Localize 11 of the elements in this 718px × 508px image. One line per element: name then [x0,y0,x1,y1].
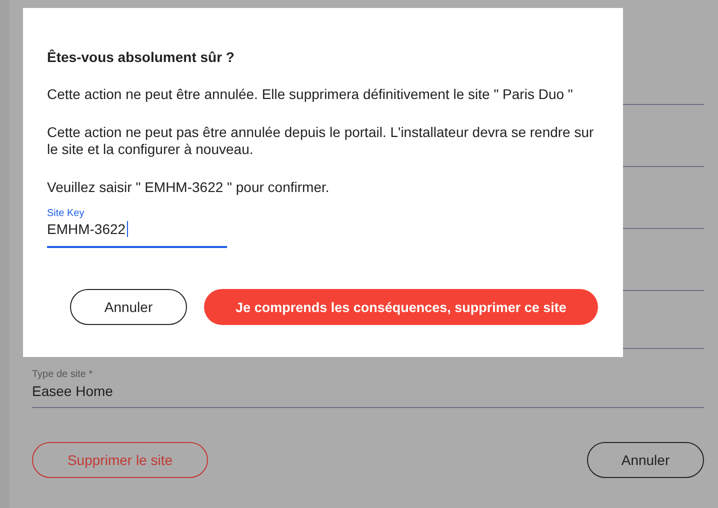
field-label: Site Key [47,208,86,219]
dialog-text: Cette action ne peut pas être annulée depuis le portail. L'installateur devra se rendre sur le site et la configurer à nouveau. [47,124,595,158]
cancel-button[interactable]: Annuler [70,289,187,325]
confirm-delete-button[interactable]: Je comprends les conséquences, supprimer ce site [204,289,598,325]
dialog-title: Êtes-vous absolument sûr ? [47,49,236,65]
field-label: Type de site * [32,369,94,380]
dialog-text: Cette action ne peut être annulée. Elle supprimera définitivement le site " Paris Duo " [47,86,574,103]
site-key-input[interactable]: EMHM-3622 [47,221,227,237]
dialog-text: Veuillez saisir " EMHM-3622 " pour confirmer. [47,179,330,196]
site-type-field[interactable]: Easee Home [32,383,704,399]
cancel-button[interactable]: Annuler [587,442,704,478]
